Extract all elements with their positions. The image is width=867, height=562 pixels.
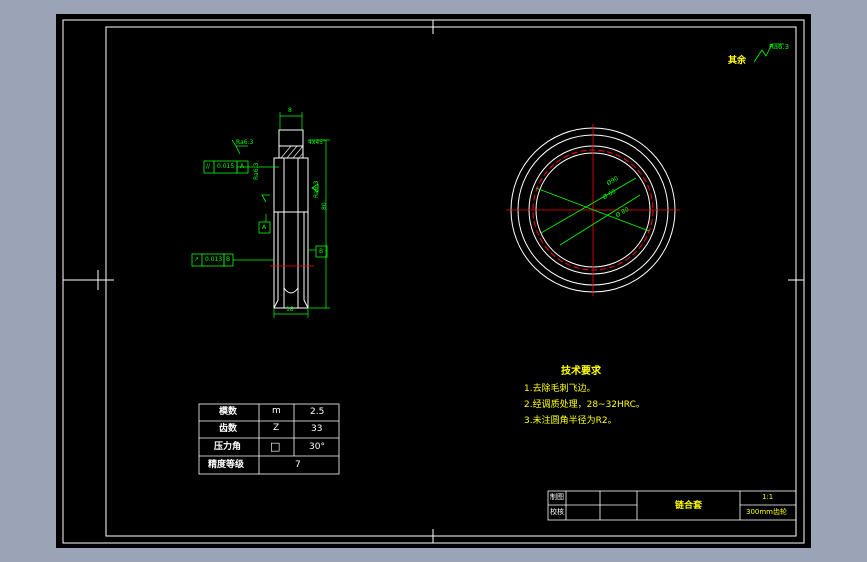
param-symbol-1: Z <box>273 423 280 433</box>
tech-req-item-1: 1.去除毛刺飞边。 <box>524 384 596 394</box>
sheet-background <box>56 14 811 548</box>
param-name-1: 齿数 <box>219 424 238 434</box>
tolerance-2-datum: B <box>226 256 231 263</box>
dim-chamfer-label: 4x45° <box>308 139 327 146</box>
drawing-canvas <box>56 14 811 548</box>
tolerance-2-value: 0.013 <box>205 256 223 263</box>
roughness-2-label: Ra6.3 <box>253 162 260 180</box>
dim-top-label: 8 <box>288 107 292 114</box>
datum-b-label: B <box>319 248 324 255</box>
roughness-3-label: Ra6.3 <box>313 180 320 198</box>
param-name-3: 精度等级 <box>208 460 245 470</box>
tolerance-1-datum: A <box>240 163 245 170</box>
tech-req-title: 技术要求 <box>561 366 601 377</box>
tech-req-item-3: 3.未注圆角半径为R2。 <box>524 416 617 426</box>
dim-width-label: 18 <box>286 306 294 313</box>
param-symbol-2: □ <box>270 440 281 453</box>
title-block-scale: 1:1 <box>762 493 774 501</box>
param-name-0: 模数 <box>219 407 238 417</box>
title-block-part-name: 链合套 <box>675 501 703 511</box>
datum-a-label: A <box>262 224 267 231</box>
param-value-1: 33 <box>311 424 323 434</box>
param-name-2: 压力角 <box>214 442 242 452</box>
surface-finish-prefix: 其余 <box>728 56 747 66</box>
surface-finish-value: Ra6.3 <box>769 43 790 51</box>
param-value-0: 2.5 <box>310 407 325 417</box>
roughness-1-label: Ra6.3 <box>236 139 254 146</box>
tolerance-1-value: 0.015 <box>217 163 235 170</box>
title-block-code: 300mm齿轮 <box>746 508 787 516</box>
param-value-2: 30° <box>309 442 325 452</box>
param-value-3: 7 <box>295 460 301 470</box>
dim-height-label: 80 <box>321 202 328 210</box>
cad-viewport[interactable]: 其余 Ra6.3 Ra6.3 Ra6.3 8 4x45° 80 18 Ra6.3… <box>0 0 867 562</box>
tech-req-item-2: 2.经调质处理，28~32HRC。 <box>524 400 645 410</box>
title-block-drawn-label: 制图 <box>550 493 564 501</box>
param-symbol-0: m <box>272 406 281 416</box>
tolerance-2-symbol: ↗ <box>194 256 200 263</box>
title-block-checked-label: 校核 <box>550 508 564 516</box>
tolerance-1-symbol: // <box>206 163 211 170</box>
